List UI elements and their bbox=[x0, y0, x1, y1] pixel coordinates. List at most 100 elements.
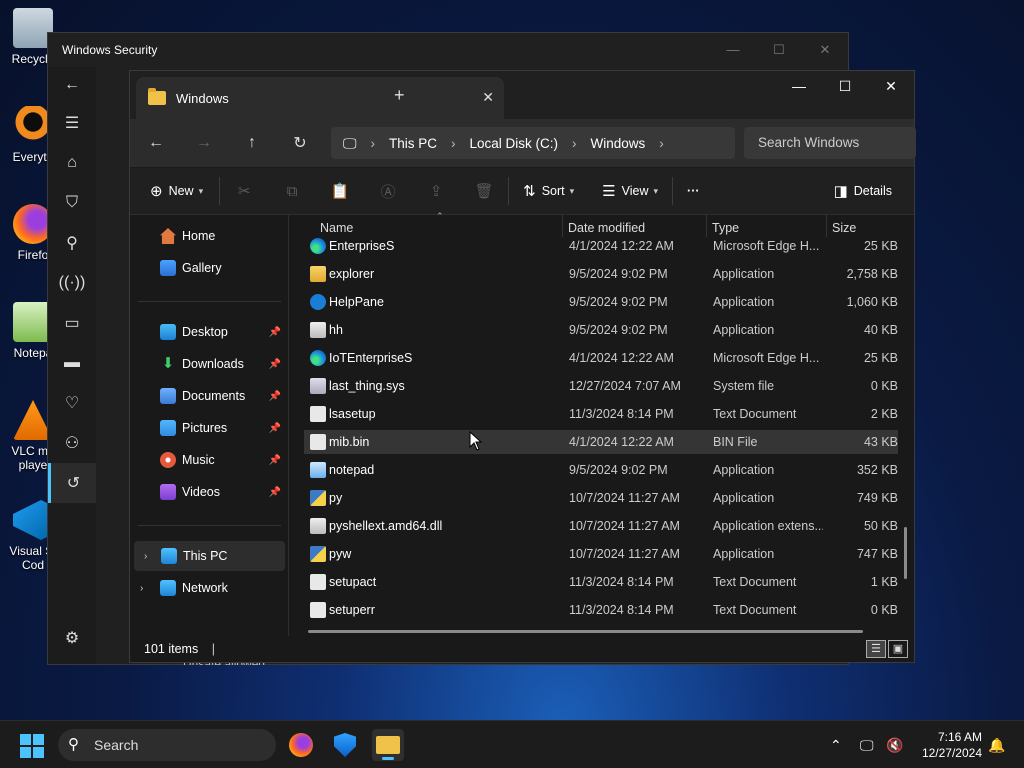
address-bar-row: ← → ↑ ↻ 🖵 › This PC › Local Disk (C:) › … bbox=[130, 119, 916, 167]
nav-item-music[interactable]: Music 📌 bbox=[160, 445, 285, 475]
taskbar-windows-security[interactable] bbox=[329, 729, 361, 761]
file-row[interactable]: setupact 11/3/2024 8:14 PM Text Document 1 … bbox=[304, 570, 898, 594]
more-options-button[interactable]: ··· bbox=[687, 184, 700, 198]
up-button[interactable]: ↑ bbox=[228, 134, 276, 152]
back-arrow-icon[interactable]: ← bbox=[48, 67, 96, 103]
file-row[interactable]: notepad 9/5/2024 9:02 PM Application 352 KB bbox=[304, 458, 898, 482]
cut-icon[interactable]: ✂ bbox=[220, 182, 268, 200]
back-button[interactable]: ← bbox=[132, 134, 180, 152]
sort-button[interactable]: ⇅ Sort ▾ bbox=[523, 182, 574, 200]
file-row[interactable]: HelpPane 9/5/2024 9:02 PM Application 1,060… bbox=[304, 290, 898, 314]
file-row[interactable]: explorer 9/5/2024 9:02 PM Application 2,758… bbox=[304, 262, 898, 286]
close-button[interactable]: ✕ bbox=[802, 33, 848, 67]
taskbar-file-explorer[interactable] bbox=[372, 729, 404, 761]
file-date-modified: 9/5/2024 9:02 PM bbox=[569, 463, 668, 477]
column-header-size[interactable]: Size bbox=[832, 221, 856, 235]
taskbar-search[interactable]: ⚲ Search bbox=[58, 729, 276, 761]
file-size: 352 KB bbox=[856, 463, 898, 477]
file-row[interactable]: lsasetup 11/3/2024 8:14 PM Text Document 2 … bbox=[304, 402, 898, 426]
maximize-button[interactable]: ☐ bbox=[822, 71, 868, 103]
new-button[interactable]: ⊕ New ▾ bbox=[150, 182, 203, 200]
chevron-right-icon[interactable]: › bbox=[144, 551, 147, 562]
rename-icon[interactable]: Ⓐ bbox=[364, 181, 412, 202]
file-row[interactable]: pyw 10/7/2024 11:27 AM Application 747 KB bbox=[304, 542, 898, 566]
nav-item-documents[interactable]: Documents 📌 bbox=[160, 381, 285, 411]
file-row[interactable]: pyshellext.amd64.dll 10/7/2024 11:27 AM Ap… bbox=[304, 514, 898, 538]
family-icon[interactable]: ⚇ bbox=[48, 423, 96, 463]
maximize-button[interactable]: ☐ bbox=[756, 33, 802, 67]
file-type: Application bbox=[713, 463, 775, 477]
file-row[interactable]: EnterpriseS 4/1/2024 12:22 AM Microsoft Ed… bbox=[304, 234, 898, 258]
forward-button[interactable]: → bbox=[180, 134, 228, 152]
edge-icon bbox=[310, 350, 326, 366]
python-icon bbox=[310, 490, 326, 506]
history-icon[interactable]: ↺ bbox=[48, 463, 96, 503]
file-type: Application bbox=[713, 323, 775, 337]
shield-icon[interactable]: ⛉ bbox=[48, 183, 96, 223]
show-hidden-icons-button[interactable]: ⌃ bbox=[830, 721, 842, 768]
hamburger-menu-icon[interactable]: ☰ bbox=[48, 103, 96, 143]
minimize-button[interactable]: — bbox=[710, 33, 756, 67]
file-type: Microsoft Edge H... bbox=[713, 351, 820, 365]
close-button[interactable]: ✕ bbox=[868, 71, 914, 103]
heart-pulse-icon[interactable]: ♡ bbox=[48, 383, 96, 423]
clock-date: 12/27/2024 bbox=[921, 746, 982, 760]
large-icons-view-icon[interactable]: ▣ bbox=[888, 640, 908, 658]
refresh-button[interactable]: ↻ bbox=[276, 133, 324, 153]
dll-file-icon bbox=[310, 518, 326, 534]
laptop-icon[interactable]: ▬ bbox=[48, 343, 96, 383]
breadcrumb-windows[interactable]: Windows bbox=[591, 136, 646, 151]
file-row[interactable]: py 10/7/2024 11:27 AM Application 749 KB bbox=[304, 486, 898, 510]
text-file-icon bbox=[310, 602, 326, 618]
column-header-date[interactable]: Date modified bbox=[568, 221, 645, 235]
minimize-button[interactable]: — bbox=[776, 71, 822, 103]
notification-bell-icon[interactable]: 🔔 bbox=[988, 721, 1005, 768]
nav-item-desktop[interactable]: Desktop 📌 bbox=[160, 317, 285, 347]
network-status-icon[interactable]: 🖵 bbox=[860, 721, 874, 768]
vertical-scrollbar[interactable] bbox=[904, 527, 907, 579]
file-row[interactable]: last_thing.sys 12/27/2024 7:07 AM System f… bbox=[304, 374, 898, 398]
delete-icon[interactable]: 🗑 bbox=[460, 182, 508, 200]
column-header-name[interactable]: Name bbox=[320, 221, 353, 235]
details-button[interactable]: ◨ Details bbox=[834, 182, 892, 200]
wifi-icon[interactable]: ((·)) bbox=[48, 263, 96, 303]
column-header-type[interactable]: Type bbox=[712, 221, 739, 235]
volume-muted-icon[interactable]: 🔇 bbox=[886, 721, 903, 768]
details-view-icon[interactable]: ☰ bbox=[866, 640, 886, 658]
breadcrumb-this-pc[interactable]: This PC bbox=[389, 136, 437, 151]
nav-item-this-pc[interactable]: › This PC bbox=[134, 541, 285, 571]
file-size: 0 KB bbox=[870, 603, 898, 617]
new-tab-button[interactable]: + bbox=[394, 85, 405, 106]
breadcrumb-local-disk[interactable]: Local Disk (C:) bbox=[470, 136, 559, 151]
file-row[interactable]: hh 9/5/2024 9:02 PM Application 40 KB bbox=[304, 318, 898, 342]
search-input[interactable]: Search Windows bbox=[744, 127, 916, 159]
file-row[interactable]: mib.bin 4/1/2024 12:22 AM BIN File 43 KB bbox=[304, 430, 898, 454]
taskbar-firefox[interactable] bbox=[285, 729, 317, 761]
nav-item-downloads[interactable]: ⬇ Downloads 📌 bbox=[160, 349, 285, 379]
view-button[interactable]: ☰ View ▾ bbox=[602, 182, 658, 200]
pin-icon: 📌 bbox=[268, 358, 281, 370]
file-row[interactable]: setuperr 11/3/2024 8:14 PM Text Document 0 … bbox=[304, 598, 898, 622]
start-button[interactable] bbox=[20, 734, 44, 758]
paste-icon[interactable]: 📋 bbox=[316, 182, 364, 200]
copy-icon[interactable]: ⧉ bbox=[268, 183, 316, 200]
tab-windows[interactable]: Windows ✕ bbox=[136, 77, 504, 119]
nav-item-network[interactable]: › Network bbox=[130, 573, 285, 603]
chevron-right-icon[interactable]: › bbox=[140, 583, 143, 594]
gear-icon[interactable]: ⚙ bbox=[48, 618, 96, 658]
horizontal-scrollbar[interactable] bbox=[308, 630, 863, 633]
chevron-up-icon: ⌃ bbox=[830, 736, 842, 753]
file-row[interactable]: IoTEnterpriseS 4/1/2024 12:22 AM Microsoft… bbox=[304, 346, 898, 370]
person-icon[interactable]: ⚲ bbox=[48, 223, 96, 263]
breadcrumb[interactable]: 🖵 › This PC › Local Disk (C:) › Windows … bbox=[331, 127, 735, 159]
file-size: 747 KB bbox=[856, 547, 898, 561]
nav-item-pictures[interactable]: Pictures 📌 bbox=[160, 413, 285, 443]
clock[interactable]: 7:16 AM 12/27/2024 bbox=[922, 729, 982, 761]
chevron-down-icon: ▾ bbox=[653, 185, 659, 196]
file-size: 0 KB bbox=[870, 379, 898, 393]
share-icon[interactable]: ⇪ bbox=[412, 182, 460, 200]
nav-item-videos[interactable]: Videos 📌 bbox=[160, 477, 285, 507]
close-tab-icon[interactable]: ✕ bbox=[482, 89, 494, 106]
app-browser-icon[interactable]: ▭ bbox=[48, 303, 96, 343]
home-icon[interactable]: ⌂ bbox=[48, 143, 96, 183]
